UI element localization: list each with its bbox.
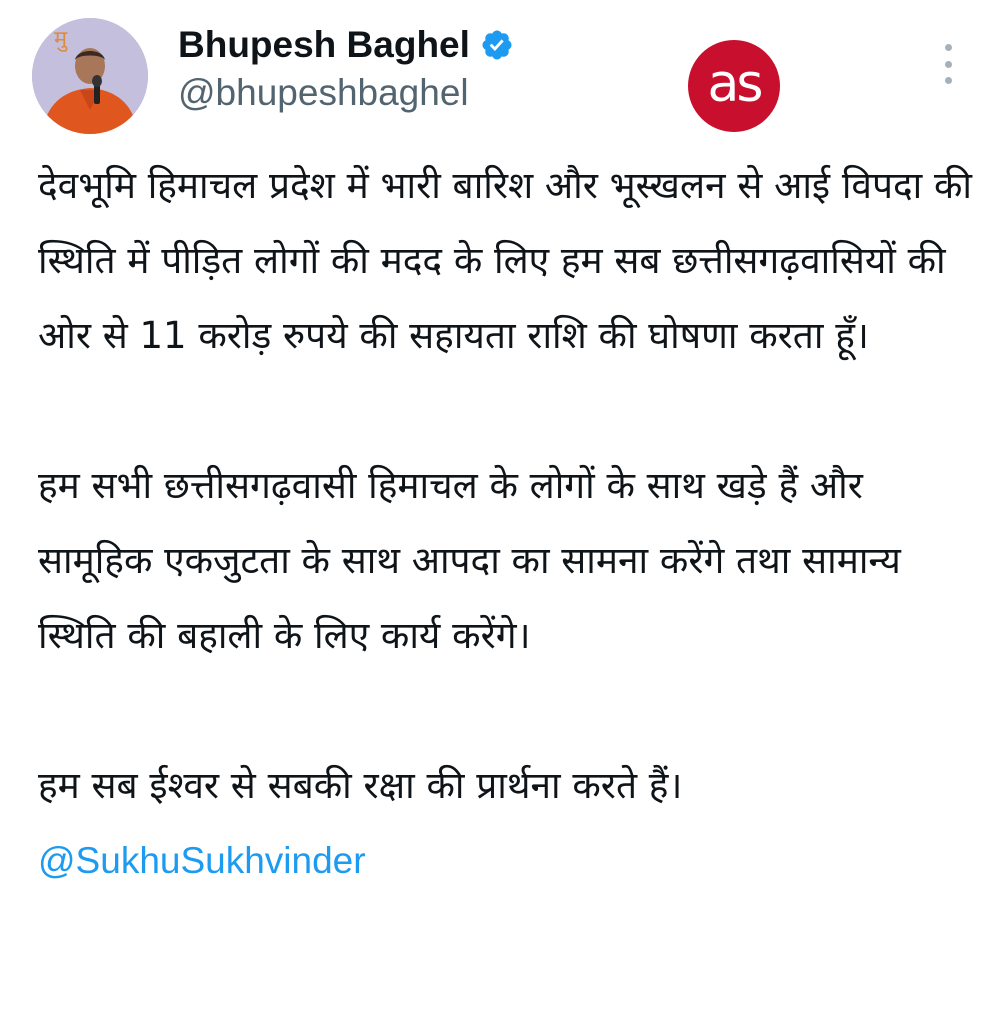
tweet-paragraph: हम सभी छत्तीसगढ़वासी हिमाचल के लोगों के … xyxy=(38,464,901,657)
watermark-logo: as xyxy=(688,40,780,132)
more-dot xyxy=(944,44,952,51)
tweet-paragraph: हम सब ईश्वर से सबकी रक्षा की प्रार्थना क… xyxy=(38,764,683,807)
watermark-logo-text: as xyxy=(707,54,764,114)
author-avatar[interactable]: मु xyxy=(32,18,148,134)
more-dot xyxy=(944,60,952,68)
tweet-card: मु Bhupesh Baghel @bhupeshbaghel as देवभ… xyxy=(0,0,1005,1024)
avatar-photo-icon: मु xyxy=(32,18,148,134)
mention-link[interactable]: @SukhuSukhvinder xyxy=(38,823,366,898)
tweet-text: देवभूमि हिमाचल प्रदेश में भारी बारिश और … xyxy=(38,148,978,898)
author-display-name[interactable]: Bhupesh Baghel xyxy=(178,24,470,66)
svg-text:मु: मु xyxy=(54,27,68,52)
author-name-row: Bhupesh Baghel xyxy=(178,22,514,68)
verified-badge-icon xyxy=(480,28,514,62)
author-handle[interactable]: @bhupeshbaghel xyxy=(178,72,469,114)
more-options-icon[interactable] xyxy=(936,44,960,84)
more-dot xyxy=(944,77,952,84)
tweet-paragraph: देवभूमि हिमाचल प्रदेश में भारी बारिश और … xyxy=(38,164,973,357)
